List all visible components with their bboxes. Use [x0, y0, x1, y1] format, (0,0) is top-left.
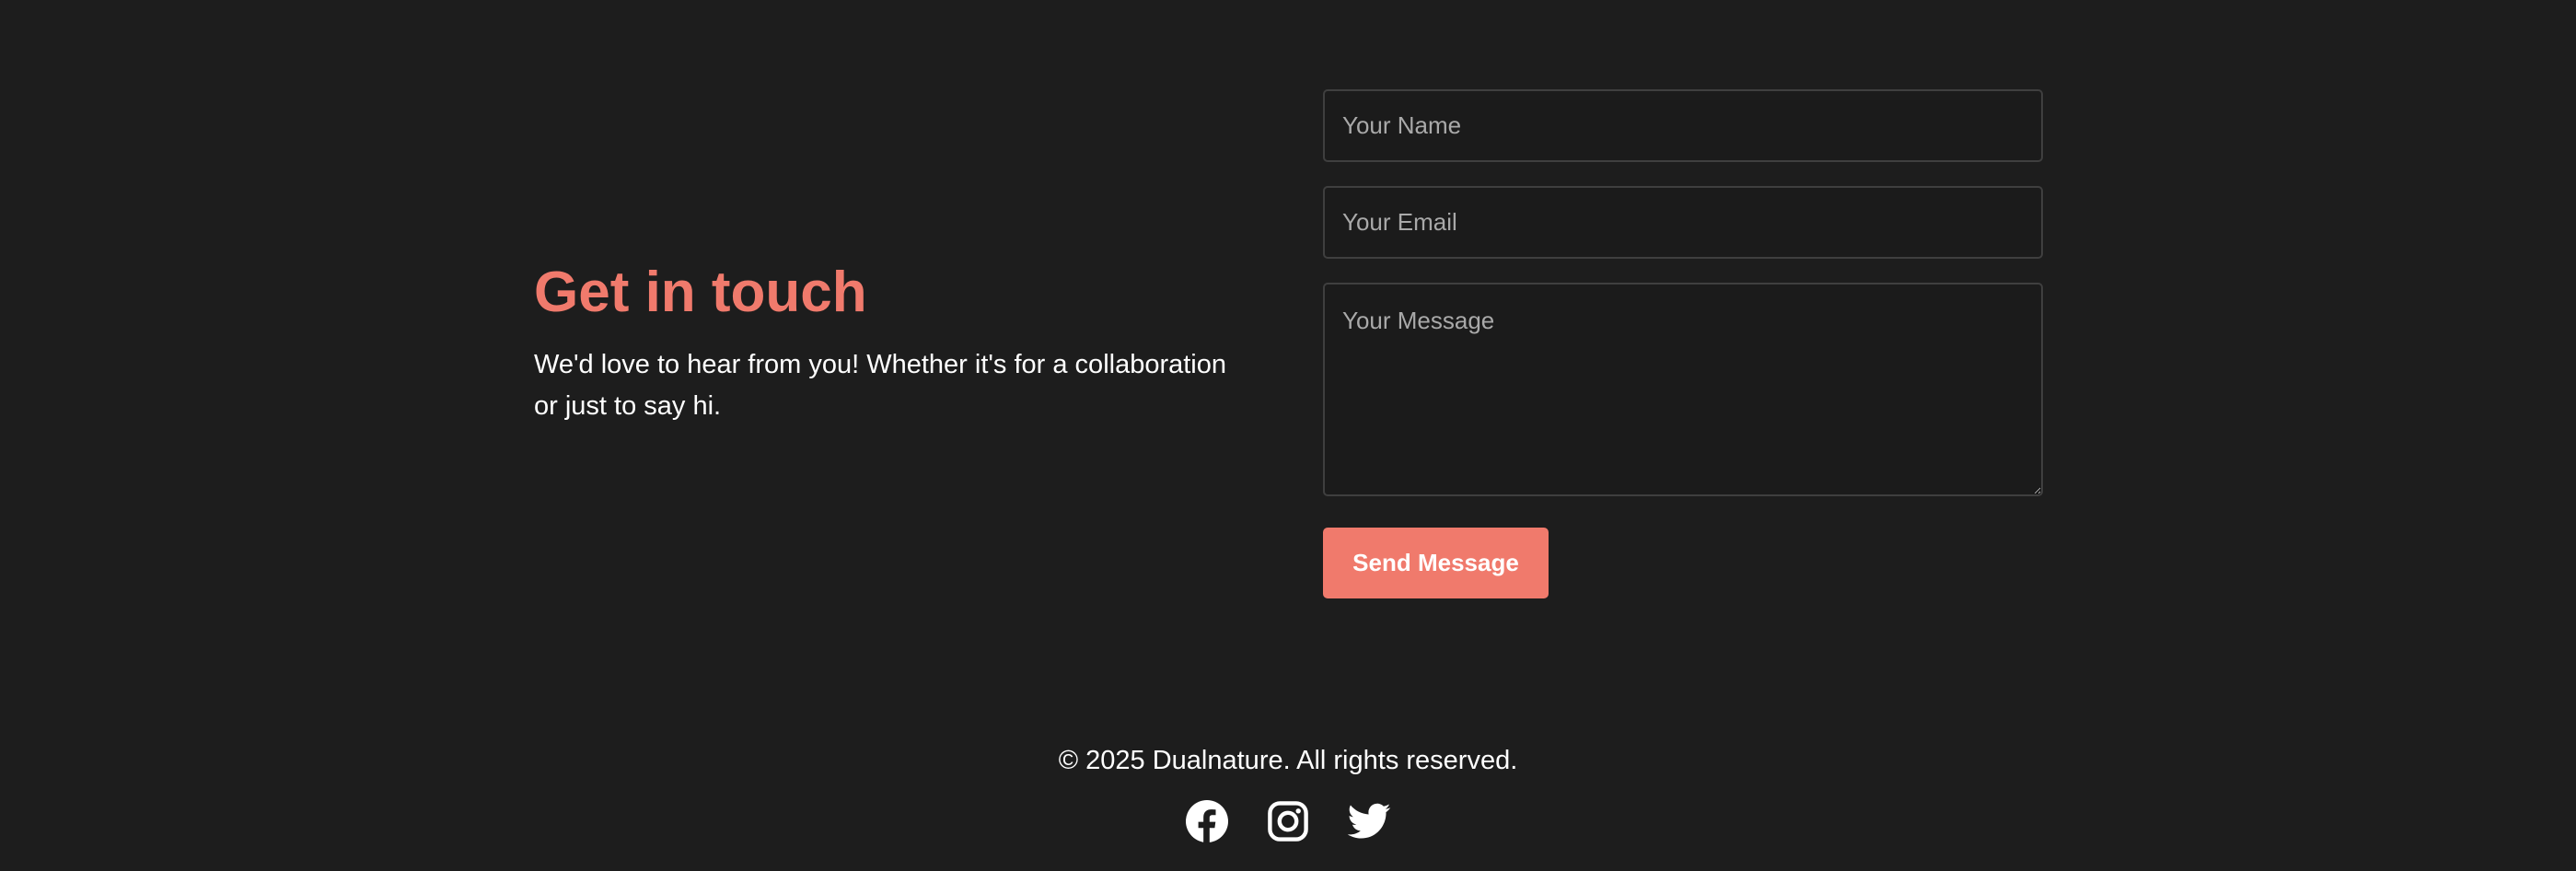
email-input[interactable] — [1323, 186, 2043, 259]
contact-heading: Get in touch — [534, 261, 867, 324]
contact-intro: Get in touch We'd love to hear from you!… — [534, 254, 1252, 427]
contact-page: Get in touch We'd love to hear from you!… — [0, 0, 2576, 871]
facebook-icon — [1186, 800, 1228, 843]
facebook-link[interactable] — [1185, 799, 1229, 843]
send-message-button[interactable]: Send Message — [1323, 528, 1549, 598]
footer: © 2025 Dualnature. All rights reserved. — [0, 740, 2576, 843]
copyright-text: © 2025 Dualnature. All rights reserved. — [1058, 746, 1518, 775]
contact-form: Send Message — [1323, 89, 2043, 598]
name-input[interactable] — [1323, 89, 2043, 162]
twitter-link[interactable] — [1347, 799, 1391, 843]
twitter-icon — [1347, 803, 1391, 839]
social-links — [0, 799, 2576, 843]
instagram-link[interactable] — [1266, 799, 1310, 843]
contact-description: We'd love to hear from you! Whether it's… — [534, 350, 1227, 421]
instagram-icon — [1268, 801, 1308, 842]
message-textarea[interactable] — [1323, 283, 2043, 496]
